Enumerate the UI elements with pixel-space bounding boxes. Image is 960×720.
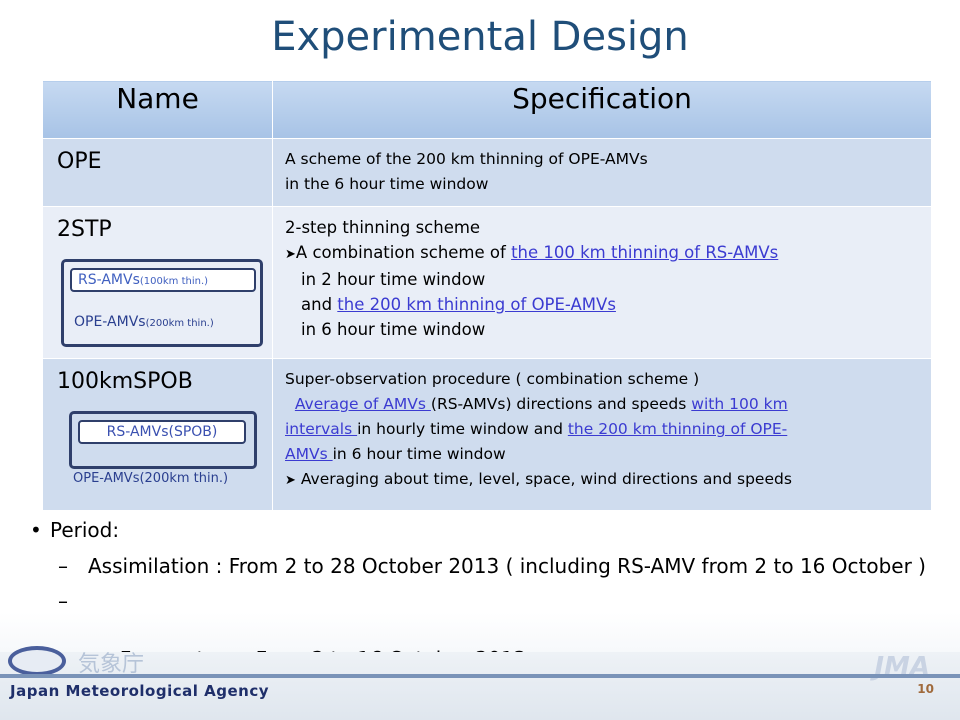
agency-name: Japan Meteorological Agency <box>10 682 269 700</box>
experiment-table: Name Specification OPE A scheme of the 2… <box>42 80 932 511</box>
header-name: Name <box>42 80 273 139</box>
spec-text: and <box>301 295 338 314</box>
row-spec: Super-observation procedure ( combinatio… <box>272 358 932 511</box>
link-intervals[interactable]: intervals <box>285 420 357 438</box>
link-100km-intervals[interactable]: with 100 km <box>691 395 787 413</box>
diagram-spob-inner: RS-AMVs(SPOB) <box>78 420 246 444</box>
page-number: 10 <box>917 682 934 696</box>
link-200km-thinning-ope[interactable]: the 200 km thinning of OPE- <box>568 420 787 438</box>
dash-bullet: – <box>58 554 68 578</box>
spec-line: in 6 hour time window <box>301 320 486 339</box>
spec-line: Average of AMVs (RS-AMVs) directions and… <box>285 392 923 417</box>
arrow-bullet-icon: ➤ <box>285 247 296 262</box>
diagram-2stp-outer: RS-AMVs(100km thin.) OPE-AMVs(200km thin… <box>61 259 263 347</box>
table-row-100kmspob: 100kmSPOB RS-AMVs(SPOB) OPE-AMVs(200km t… <box>42 358 932 511</box>
period-label: Period: <box>30 518 930 550</box>
spec-line: A scheme of the 200 km thinning of OPE-A… <box>285 150 648 168</box>
header-specification: Specification <box>272 80 932 139</box>
table-row-ope: OPE A scheme of the 200 km thinning of O… <box>42 138 932 207</box>
diagram-outer-label: OPE-AMVs <box>74 314 146 330</box>
link-average-amvs[interactable]: Average of AMVs <box>295 395 431 413</box>
table-header-row: Name Specification <box>42 80 932 139</box>
slide-title: Experimental Design <box>271 14 689 60</box>
spec-line: in the 6 hour time window <box>285 175 489 193</box>
spec-text: in hourly time window and <box>357 420 568 438</box>
row-spec: A scheme of the 200 km thinning of OPE-A… <box>272 138 932 207</box>
spec-line: and the 200 km thinning of OPE-AMVs <box>285 292 923 317</box>
table-row-2stp: 2STP RS-AMVs(100km thin.) OPE-AMVs(200km… <box>42 206 932 359</box>
diagram-2stp-inner: RS-AMVs(100km thin.) <box>70 268 256 292</box>
footer-divider <box>0 674 960 678</box>
spec-line: ➤ Averaging about time, level, space, wi… <box>285 467 923 493</box>
row-name-cell: 100kmSPOB RS-AMVs(SPOB) OPE-AMVs(200km t… <box>42 358 273 511</box>
row-name-cell: 2STP RS-AMVs(100km thin.) OPE-AMVs(200km… <box>42 206 273 359</box>
spec-line: ➤A combination scheme of the 100 km thin… <box>285 240 923 267</box>
spec-line: Super-observation procedure ( combinatio… <box>285 370 700 388</box>
spec-text: (RS-AMVs) directions and speeds <box>430 395 692 413</box>
spec-text: A combination scheme of <box>295 243 512 262</box>
assimilation-text: Assimilation : From 2 to 28 October 2013… <box>88 554 926 578</box>
dash-bullet: – <box>58 589 68 613</box>
link-200km-thinning[interactable]: the 200 km thinning of OPE-AMVs <box>337 295 616 314</box>
spec-line: AMVs in 6 hour time window <box>285 442 923 467</box>
spec-line: 2-step thinning scheme <box>285 218 481 237</box>
row-spec: 2-step thinning scheme ➤A combination sc… <box>272 206 932 359</box>
link-amvs[interactable]: AMVs <box>285 445 333 463</box>
diagram-spob-outer-label: OPE-AMVs(200km thin.) <box>73 471 229 486</box>
spec-text: in 6 hour time window <box>332 445 506 463</box>
spec-text: Averaging about time, level, space, wind… <box>300 470 792 488</box>
diagram-inner-sub: (100km thin.) <box>139 276 209 287</box>
row-name: 100kmSPOB <box>57 369 193 394</box>
arrow-bullet-icon: ➤ <box>285 473 296 488</box>
link-100km-thinning[interactable]: the 100 km thinning of RS-AMVs <box>511 243 778 262</box>
diagram-inner-label: RS-AMVs <box>78 272 140 288</box>
jma-logo-icon <box>8 646 66 676</box>
diagram-outer-sub: (200km thin.) <box>145 318 214 329</box>
spec-line: in 2 hour time window <box>301 270 486 289</box>
row-name: 2STP <box>57 217 112 242</box>
assimilation-item: – Assimilation : From 2 to 28 October 20… <box>30 552 930 581</box>
diagram-spob-outer: RS-AMVs(SPOB) <box>69 411 257 469</box>
footer: 気象庁 JMA Japan Meteorological Agency 10 <box>0 646 960 720</box>
spec-line: intervals in hourly time window and the … <box>285 417 923 442</box>
row-name: OPE <box>42 138 273 207</box>
diagram-outer-text: OPE-AMVs(200km thin.) <box>74 314 214 330</box>
